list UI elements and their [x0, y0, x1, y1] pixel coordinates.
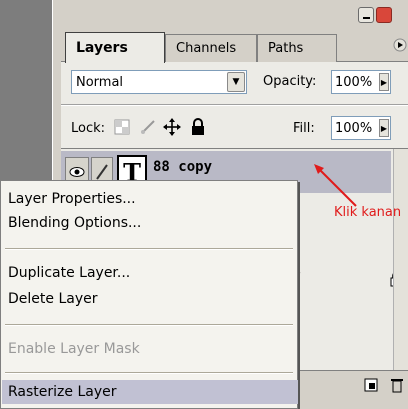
menu-item-layer-properties[interactable]: Layer Properties... [2, 187, 298, 211]
fill-input[interactable]: 100% ▶ [331, 116, 391, 140]
opacity-slider-arrow-icon[interactable]: ▶ [379, 73, 389, 91]
minimize-button[interactable] [358, 7, 374, 23]
lock-move-icon[interactable] [161, 116, 183, 138]
fill-slider-arrow-icon[interactable]: ▶ [379, 119, 389, 137]
opacity-label: Opacity: [263, 74, 317, 89]
tab-strip: Layers Channels Paths [61, 30, 408, 63]
tab-layers-label: Layers [76, 40, 128, 56]
chevron-down-icon[interactable]: ▼ [227, 72, 245, 92]
opacity-value: 100% [335, 74, 373, 90]
menu-item-label: Rasterize Layer [8, 384, 117, 400]
screenshot-root: Layers Channels Paths Normal ▼ Opacity: … [0, 0, 408, 409]
lock-paint-brush-icon[interactable] [137, 116, 159, 138]
layers-scrollbar[interactable] [393, 149, 408, 371]
tab-paths[interactable]: Paths [257, 34, 337, 62]
menu-item-label: Duplicate Layer... [8, 265, 131, 281]
palette-menu-arrow-icon[interactable] [393, 36, 407, 54]
new-layer-icon[interactable] [361, 375, 381, 395]
close-button[interactable] [376, 7, 392, 23]
menu-separator [5, 324, 293, 326]
menu-item-delete-layer[interactable]: Delete Layer [2, 287, 298, 311]
menu-item-duplicate-layer[interactable]: Duplicate Layer... [2, 261, 298, 285]
palette-titlebar [53, 0, 408, 28]
menu-item-label: Enable Layer Mask [8, 341, 140, 357]
tab-channels[interactable]: Channels [165, 34, 257, 62]
lock-transparency-icon[interactable] [111, 116, 133, 138]
menu-item-label: Delete Layer [8, 291, 98, 307]
lock-label: Lock: [71, 121, 106, 136]
menu-item-rasterize-layer[interactable]: Rasterize Layer [2, 380, 298, 404]
annotation-arrow-icon [314, 164, 357, 207]
opacity-input[interactable]: 100% ▶ [331, 70, 391, 94]
menu-item-label: Layer Properties... [8, 191, 136, 207]
menu-separator [5, 248, 293, 250]
menu-item-label: Blending Options... [8, 215, 142, 231]
fill-value: 100% [335, 120, 373, 136]
menu-separator [5, 372, 293, 374]
annotation-label: Klik kanan [334, 205, 402, 220]
divider [61, 104, 408, 106]
menu-item-enable-layer-mask: Enable Layer Mask [2, 337, 298, 361]
tab-layers[interactable]: Layers [65, 32, 165, 63]
blend-mode-select[interactable]: Normal ▼ [71, 70, 247, 94]
tab-paths-label: Paths [268, 41, 304, 56]
layer-name: 88 copy [153, 159, 213, 175]
context-menu: Layer Properties... Blending Options... … [0, 180, 298, 409]
menu-item-blending-options[interactable]: Blending Options... [2, 211, 298, 235]
trash-icon[interactable] [387, 375, 407, 395]
lock-all-icon[interactable] [187, 116, 209, 138]
tab-channels-label: Channels [176, 41, 237, 56]
fill-label: Fill: [293, 121, 315, 136]
blend-mode-value: Normal [76, 74, 124, 90]
